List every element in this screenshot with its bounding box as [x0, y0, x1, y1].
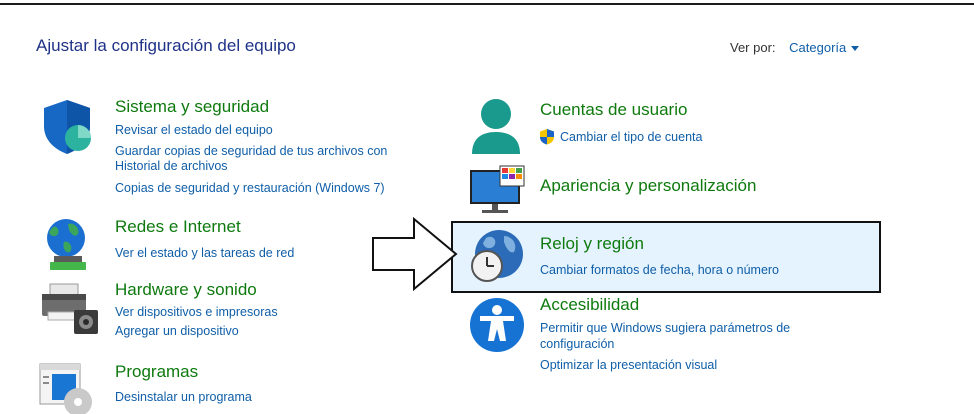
file-history-link-cont[interactable]: Historial de archivos [115, 159, 228, 174]
shield-icon [44, 100, 91, 154]
category-system-security: Sistema y seguridad Revisar el estado de… [38, 96, 458, 206]
category-accessibility: Accesibilidad Permitir que Windows sugie… [466, 294, 886, 374]
clock-region-title[interactable]: Reloj y región [540, 234, 644, 254]
review-status-link[interactable]: Revisar el estado del equipo [115, 123, 273, 138]
category-clock-region: Reloj y región Cambiar formatos de fecha… [466, 226, 876, 288]
category-appearance: Apariencia y personalización [466, 164, 886, 216]
windows-suggest-settings-link[interactable]: Permitir que Windows sugiera parámetros … [540, 321, 790, 336]
windows-suggest-settings-link-cont[interactable]: configuración [540, 337, 614, 352]
devices-printers-link[interactable]: Ver dispositivos e impresoras [115, 305, 278, 320]
network-title[interactable]: Redes e Internet [115, 217, 241, 237]
user-icon [472, 99, 520, 154]
add-device-link[interactable]: Agregar un dispositivo [115, 324, 239, 339]
programs-disc-icon [39, 363, 92, 414]
view-by-label: Ver por: [730, 40, 776, 55]
uninstall-program-link[interactable]: Desinstalar un programa [115, 390, 252, 405]
category-programs: Programas Desinstalar un programa [38, 358, 458, 414]
printer-speaker-icon [42, 283, 98, 334]
hardware-title[interactable]: Hardware y sonido [115, 280, 257, 300]
appearance-title[interactable]: Apariencia y personalización [540, 176, 756, 196]
network-status-link[interactable]: Ver el estado y las tareas de red [115, 246, 294, 261]
globe-network-icon [47, 219, 86, 270]
programs-title[interactable]: Programas [115, 362, 198, 382]
view-by-dropdown[interactable]: Categoría [789, 40, 860, 55]
view-by-value: Categoría [789, 40, 847, 55]
system-security-title[interactable]: Sistema y seguridad [115, 97, 269, 117]
caret-down-icon [851, 46, 860, 52]
category-user-accounts: Cuentas de usuario Cambiar el tipo de cu… [466, 96, 886, 160]
top-divider [0, 3, 974, 5]
uac-shield-icon [540, 129, 554, 145]
change-account-type-link[interactable]: Cambiar el tipo de cuenta [560, 130, 702, 145]
monitor-palette-icon [470, 165, 525, 213]
change-date-formats-link[interactable]: Cambiar formatos de fecha, hora o número [540, 263, 779, 278]
category-hardware: Hardware y sonido Ver dispositivos e imp… [38, 280, 458, 340]
accessibility-icon [470, 298, 524, 352]
accessibility-title[interactable]: Accesibilidad [540, 295, 639, 315]
category-network: Redes e Internet Ver el estado y las tar… [38, 216, 458, 272]
file-history-link[interactable]: Guardar copias de seguridad de tus archi… [115, 144, 387, 159]
view-by-control: Ver por: Categoría [730, 40, 860, 55]
user-accounts-title[interactable]: Cuentas de usuario [540, 100, 687, 120]
optimize-visual-display-link[interactable]: Optimizar la presentación visual [540, 358, 717, 373]
backup-restore-link[interactable]: Copias de seguridad y restauración (Wind… [115, 181, 385, 196]
clock-globe-icon [471, 230, 523, 282]
page-title: Ajustar la configuración del equipo [36, 36, 296, 55]
